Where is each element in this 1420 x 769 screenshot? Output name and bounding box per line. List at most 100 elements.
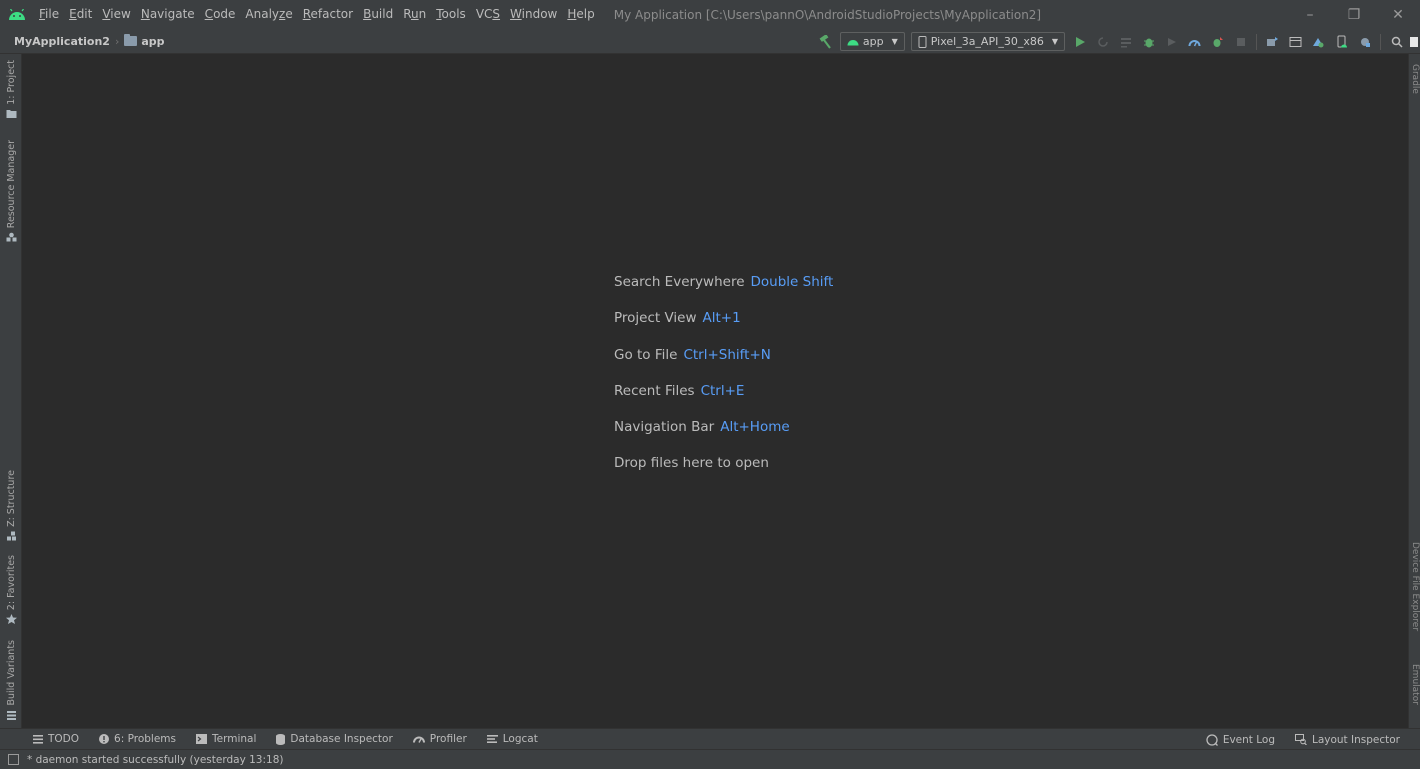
tool-event-log[interactable]: Event Log [1206, 734, 1275, 746]
minimize-button[interactable]: – [1288, 0, 1332, 29]
structure-icon [6, 531, 16, 541]
hint-project-view: Project View Alt+1 [614, 310, 741, 327]
menu-help[interactable]: Help [562, 0, 599, 29]
plugins-icon[interactable] [1353, 29, 1376, 54]
tab-structure[interactable]: Z: Structure [0, 470, 22, 541]
phone-icon [918, 35, 927, 48]
menu-vcs[interactable]: VCS [471, 0, 505, 29]
toolbar-separator [1256, 33, 1257, 50]
hint-navigation-bar: Navigation Bar Alt+Home [614, 419, 790, 436]
tool-layout-inspector-label: Layout Inspector [1311, 733, 1400, 746]
menu-navigate[interactable]: Navigate [136, 0, 200, 29]
tool-todo[interactable]: TODO [33, 733, 79, 745]
android-studio-logo-icon [0, 0, 34, 29]
search-icon[interactable] [1385, 29, 1408, 54]
sdk-manager-icon[interactable] [1307, 29, 1330, 54]
menu-run[interactable]: Run [398, 0, 431, 29]
run-configuration-label: app [862, 35, 884, 48]
menu-tools[interactable]: Tools [431, 0, 471, 29]
breadcrumb-project[interactable]: MyApplication2 [14, 35, 110, 48]
apply-changes-restart-icon[interactable] [1091, 29, 1114, 54]
tool-profiler-label: Profiler [429, 733, 467, 745]
menu-edit[interactable]: Edit [64, 0, 97, 29]
window-controls: – ❐ ✕ [1288, 0, 1420, 29]
status-message: * daemon started successfully (yesterday… [27, 753, 284, 766]
main-menu: File Edit View Navigate Code Analyze Ref… [34, 0, 600, 29]
database-icon [276, 733, 286, 745]
tool-database-inspector[interactable]: Database Inspector [276, 733, 393, 745]
navigation-toolbar: MyApplication2 › app app ▼ Pixel_3a_API_… [0, 29, 1420, 54]
tool-todo-label: TODO [48, 733, 80, 745]
menu-build[interactable]: Build [358, 0, 398, 29]
profile-icon[interactable] [1183, 29, 1206, 54]
debug-icon[interactable] [1137, 29, 1160, 54]
menu-code[interactable]: Code [200, 0, 241, 29]
tool-problems[interactable]: 6: Problems [99, 733, 176, 745]
chevron-down-icon: ▼ [1051, 37, 1058, 46]
restore-button[interactable]: ❐ [1332, 0, 1376, 29]
bottom-tools-right: Event Log Layout Inspector [1206, 729, 1420, 750]
tab-favorites[interactable]: 2: Favorites [0, 555, 22, 625]
toolbar-separator [1380, 33, 1381, 50]
tab-gradle[interactable]: Gradle [1410, 64, 1420, 112]
menu-refactor[interactable]: Refactor [298, 0, 358, 29]
menu-view[interactable]: View [97, 0, 135, 29]
device-label: Pixel_3a_API_30_x86 [930, 35, 1044, 48]
hint-search-everywhere: Search Everywhere Double Shift [614, 274, 834, 290]
tab-project[interactable]: 1: Project [0, 60, 22, 119]
layout-inspector-icon [1294, 734, 1307, 745]
hint-recent-files: Recent Files Ctrl+E [614, 382, 745, 399]
run-with-coverage-icon[interactable] [1160, 29, 1183, 54]
project-structure-icon[interactable] [1284, 29, 1307, 54]
hint-drop-files: Drop files here to open [614, 455, 769, 472]
ide-updates-icon[interactable] [1408, 29, 1420, 54]
run-configuration-select[interactable]: app ▼ [839, 32, 905, 51]
make-project-hammer-icon[interactable] [814, 29, 837, 54]
menu-analyze[interactable]: Analyze [240, 0, 297, 29]
breadcrumb-separator-icon: › [114, 34, 120, 48]
warning-circle-icon [99, 734, 110, 744]
stop-icon[interactable] [1229, 29, 1252, 54]
logcat-icon [486, 735, 498, 743]
editor-hints: Search Everywhere Double Shift Project Vi… [614, 272, 833, 490]
tab-build-variants[interactable]: Build Variants [0, 640, 22, 720]
editor-empty-state: Search Everywhere Double Shift Project Vi… [22, 54, 1408, 728]
tool-layout-inspector[interactable]: Layout Inspector [1294, 733, 1400, 746]
breadcrumb: MyApplication2 › app [0, 34, 165, 48]
tab-project-label: 1: Project [5, 60, 17, 105]
status-bar: * daemon started successfully (yesterday… [0, 749, 1420, 769]
breadcrumb-module[interactable]: app [141, 35, 164, 48]
sync-project-gradle-icon[interactable] [1261, 29, 1284, 54]
avd-manager-icon[interactable] [1330, 29, 1353, 54]
tool-profiler[interactable]: Profiler [412, 733, 467, 745]
tool-database-inspector-label: Database Inspector [290, 733, 393, 745]
hint-shortcut: Double Shift [750, 274, 834, 290]
build-variants-icon [6, 710, 16, 720]
tab-device-file-explorer[interactable]: Device File Explorer [1410, 542, 1420, 642]
left-tool-window-strip: 1: Project Resource Manager Z: Structure… [0, 54, 22, 728]
device-select[interactable]: Pixel_3a_API_30_x86 ▼ [910, 32, 1065, 51]
tab-emulator-label: Emulator [1410, 664, 1420, 705]
android-icon [847, 39, 859, 45]
tab-resource-manager[interactable]: Resource Manager [0, 140, 22, 242]
star-icon [5, 614, 17, 625]
attach-debugger-icon[interactable] [1206, 29, 1229, 54]
tab-emulator[interactable]: Emulator [1410, 664, 1420, 719]
tool-event-log-label: Event Log [1222, 733, 1275, 746]
menu-window[interactable]: Window [505, 0, 562, 29]
apply-code-changes-icon[interactable] [1114, 29, 1137, 54]
tab-gradle-label: Gradle [1410, 64, 1420, 94]
gauge-icon [412, 735, 425, 743]
main-toolbar: app ▼ Pixel_3a_API_30_x86 ▼ [814, 29, 1420, 54]
close-button[interactable]: ✕ [1376, 0, 1420, 29]
terminal-icon [196, 734, 207, 744]
menu-file[interactable]: File [34, 0, 64, 29]
right-tool-window-strip: Gradle Device File Explorer Emulator [1408, 54, 1420, 728]
tool-logcat[interactable]: Logcat [486, 733, 538, 745]
tool-terminal-label: Terminal [212, 733, 257, 745]
toggle-tool-windows-icon[interactable] [8, 754, 19, 765]
tool-terminal[interactable]: Terminal [196, 733, 256, 745]
tab-build-variants-label: Build Variants [5, 640, 17, 706]
hint-shortcut: Alt+1 [702, 310, 741, 327]
run-icon[interactable] [1068, 29, 1091, 54]
